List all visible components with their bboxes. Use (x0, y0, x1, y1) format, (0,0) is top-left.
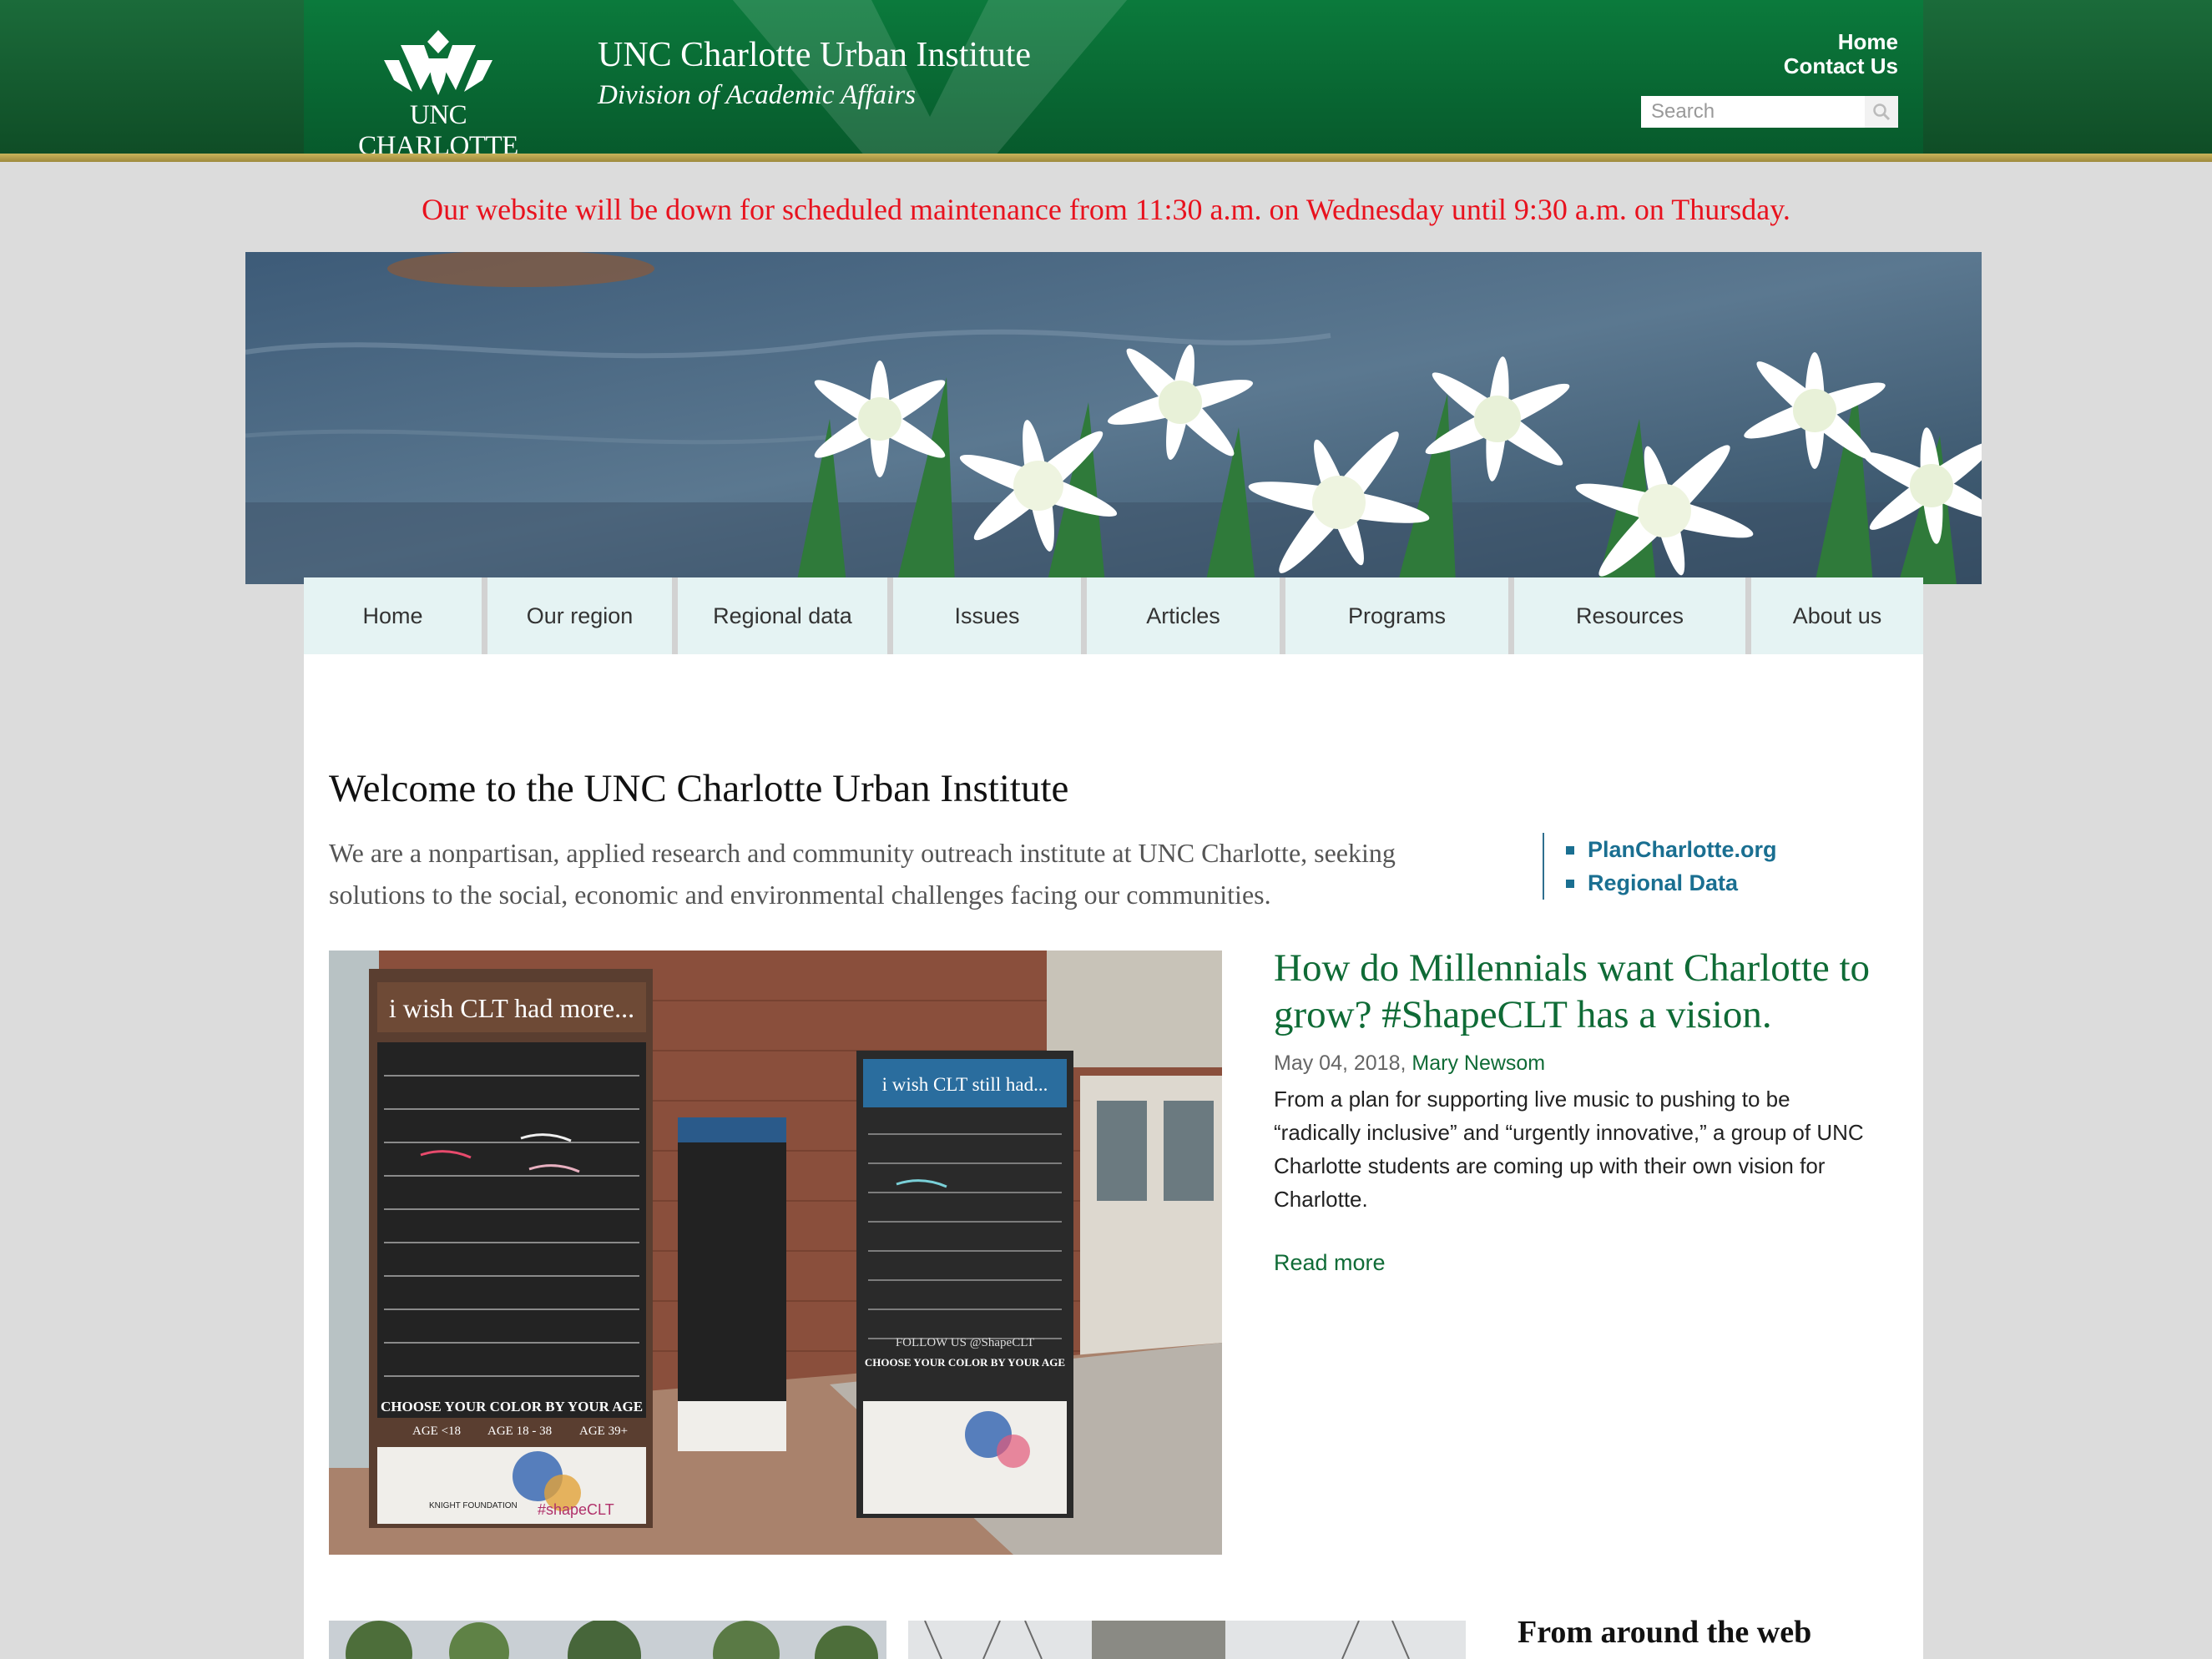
article-thumbnail[interactable] (329, 1621, 886, 1659)
util-link-home[interactable]: Home (1784, 30, 1898, 54)
header-gold-rule (0, 154, 2212, 162)
article-thumbnail[interactable] (908, 1621, 1466, 1659)
search-input[interactable] (1641, 96, 1856, 128)
nav-item-programs[interactable]: Programs (1285, 577, 1514, 654)
article-author-link[interactable]: Mary Newsom (1412, 1051, 1545, 1075)
link-plancharlotte[interactable]: PlanCharlotte.org (1566, 833, 1876, 866)
unc-charlotte-logo[interactable]: UNC CHARLOTTE (329, 30, 548, 154)
site-title[interactable]: UNC Charlotte Urban Institute (598, 35, 1031, 75)
board2-follow: FOLLOW US @ShapeCLT (896, 1336, 1034, 1349)
nav-item-regional-data[interactable]: Regional data (678, 577, 893, 654)
main-navigation: Home Our region Regional data Issues Art… (304, 577, 1923, 654)
read-more-link[interactable]: Read more (1274, 1250, 1386, 1276)
intro-text: We are a nonpartisan, applied research a… (329, 838, 1396, 910)
utility-links: Home Contact Us (1784, 30, 1898, 78)
nav-item-resources[interactable]: Resources (1514, 577, 1751, 654)
nav-item-issues[interactable]: Issues (893, 577, 1087, 654)
article-date: May 04, 2018, (1274, 1051, 1406, 1075)
logo-wordmark: UNC CHARLOTTE (358, 100, 518, 154)
search-box (1641, 96, 1898, 128)
shapeclt-boards-illustration: i wish CLT had more... CHOOSE YOUR COLOR… (329, 951, 1222, 1555)
util-link-contact-us[interactable]: Contact Us (1784, 54, 1898, 78)
site-subtitle: Division of Academic Affairs (598, 80, 916, 110)
search-icon (1873, 103, 1891, 121)
banner-lilies-illustration (245, 252, 1982, 584)
nav-item-about-us[interactable]: About us (1751, 577, 1923, 654)
page-title: Welcome to the UNC Charlotte Urban Insti… (329, 767, 1069, 810)
site-header: UNC CHARLOTTE UNC Charlotte Urban Instit… (304, 0, 1923, 154)
nav-item-articles[interactable]: Articles (1087, 577, 1285, 654)
quick-links: PlanCharlotte.org Regional Data (1543, 833, 1876, 900)
nav-item-home[interactable]: Home (304, 577, 487, 654)
nav-item-our-region[interactable]: Our region (487, 577, 678, 654)
board2-heading: i wish CLT still had... (882, 1074, 1048, 1095)
feature-article-title[interactable]: How do Millennials want Charlotte to gro… (1274, 945, 1891, 1038)
board1-age-39plus: AGE 39+ (579, 1425, 628, 1438)
thumbnail-trees-illustration (329, 1621, 886, 1659)
feature-article-meta: May 04, 2018, Mary Newsom (1274, 1051, 1545, 1076)
maintenance-notice: Our website will be down for scheduled m… (422, 193, 1790, 226)
feature-article-image[interactable]: i wish CLT had more... CHOOSE YOUR COLOR… (329, 951, 1222, 1555)
search-button[interactable] (1865, 96, 1898, 128)
board2-footer: CHOOSE YOUR COLOR BY YOUR AGE (865, 1356, 1065, 1369)
thumbnail-branches-illustration (908, 1621, 1466, 1659)
link-regional-data[interactable]: Regional Data (1566, 866, 1876, 900)
around-the-web-heading: From around the web (1518, 1615, 1812, 1650)
crown-logo-icon (384, 30, 492, 95)
board1-age-18-38: AGE 18 - 38 (487, 1425, 552, 1438)
feature-article-summary: From a plan for supporting live music to… (1274, 1087, 1864, 1212)
board1-footer: CHOOSE YOUR COLOR BY YOUR AGE (381, 1399, 643, 1414)
board1-sponsor: KNIGHT FOUNDATION (429, 1501, 518, 1510)
hero-banner-image (245, 252, 1982, 584)
board1-age-under18: AGE <18 (412, 1425, 461, 1438)
watermark-crown-icon (732, 0, 1128, 154)
board1-heading: i wish CLT had more... (389, 993, 634, 1023)
board1-hashtag: #shapeCLT (538, 1501, 614, 1518)
